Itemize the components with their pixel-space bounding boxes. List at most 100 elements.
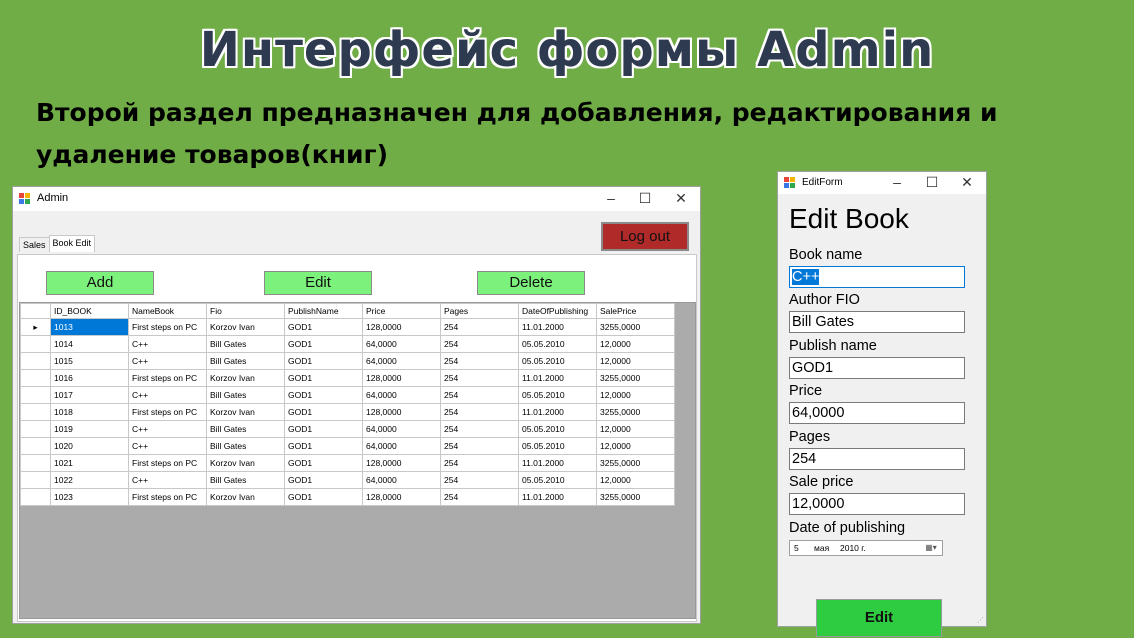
table-cell[interactable]: C++ [128,386,207,404]
table-cell[interactable]: Bill Gates [206,471,285,489]
table-cell[interactable]: 128,0000 [362,318,441,336]
table-cell[interactable]: 12,0000 [596,352,675,370]
table-cell[interactable]: 11.01.2000 [518,488,597,506]
column-header[interactable]: SalePrice [596,303,675,319]
price-input[interactable]: 64,0000 [789,402,965,424]
table-cell[interactable]: 254 [440,403,519,421]
table-cell[interactable]: 1016 [50,369,129,387]
table-cell[interactable]: 12,0000 [596,335,675,353]
table-cell[interactable]: 1020 [50,437,129,455]
maximize-icon[interactable]: ☐ [915,172,949,194]
table-cell[interactable]: 1021 [50,454,129,472]
table-row[interactable]: 1020 C++ Bill Gates GOD1 64,0000 254 05.05.201… [20,437,675,455]
table-row[interactable]: 1014 C++ Bill Gates GOD1 64,0000 254 05.05.201… [20,335,675,353]
table-cell[interactable]: C++ [128,335,207,353]
table-cell[interactable]: 3255,0000 [596,403,675,421]
table-cell[interactable]: GOD1 [284,386,363,404]
table-cell[interactable]: 254 [440,386,519,404]
edit-submit-button[interactable]: Edit [816,599,942,637]
row-header[interactable] [20,454,51,472]
row-header[interactable] [20,335,51,353]
publish-input[interactable]: GOD1 [789,357,965,379]
row-header[interactable] [20,437,51,455]
table-cell[interactable]: 254 [440,488,519,506]
close-icon[interactable]: ✕ [664,187,698,211]
table-cell[interactable]: 1017 [50,386,129,404]
table-cell[interactable]: Korzov Ivan [206,318,285,336]
maximize-icon[interactable]: ☐ [628,187,662,211]
book-name-input[interactable]: C++ [789,266,965,288]
row-header[interactable] [20,352,51,370]
table-cell[interactable]: 12,0000 [596,471,675,489]
edit-button[interactable]: Edit [264,271,372,295]
column-header[interactable]: DateOfPublishing [518,303,597,319]
table-cell[interactable]: 128,0000 [362,403,441,421]
column-header[interactable]: Price [362,303,441,319]
table-cell[interactable]: 128,0000 [362,369,441,387]
table-cell[interactable]: 128,0000 [362,454,441,472]
table-cell[interactable]: GOD1 [284,335,363,353]
table-cell[interactable]: First steps on PC [128,369,207,387]
table-cell[interactable]: 128,0000 [362,488,441,506]
table-cell[interactable]: GOD1 [284,403,363,421]
table-cell[interactable]: C++ [128,420,207,438]
row-header[interactable] [20,471,51,489]
table-cell[interactable]: GOD1 [284,352,363,370]
table-cell[interactable]: 254 [440,471,519,489]
date-picker[interactable]: 5 мая 2010 г. ▦▾ [789,540,943,556]
table-cell[interactable]: 3255,0000 [596,488,675,506]
table-cell[interactable]: Bill Gates [206,420,285,438]
table-cell[interactable]: 1018 [50,403,129,421]
tab-book-edit[interactable]: Book Edit [48,235,96,252]
minimize-icon[interactable]: – [880,172,914,194]
table-cell[interactable]: C++ [128,352,207,370]
table-cell[interactable]: Bill Gates [206,386,285,404]
table-cell[interactable]: 05.05.2010 [518,386,597,404]
column-header[interactable]: PublishName [284,303,363,319]
add-button[interactable]: Add [46,271,154,295]
table-cell[interactable]: 12,0000 [596,437,675,455]
table-cell[interactable]: 1019 [50,420,129,438]
table-cell[interactable]: 3255,0000 [596,369,675,387]
table-cell[interactable]: Korzov Ivan [206,403,285,421]
table-cell[interactable]: GOD1 [284,420,363,438]
table-cell[interactable]: 254 [440,369,519,387]
tab-sales[interactable]: Sales [19,237,50,252]
table-cell[interactable]: 1013 [50,318,129,336]
column-header[interactable]: ID_BOOK [50,303,129,319]
table-cell[interactable]: 64,0000 [362,420,441,438]
table-cell[interactable]: 11.01.2000 [518,454,597,472]
table-cell[interactable]: C++ [128,437,207,455]
table-cell[interactable]: First steps on PC [128,488,207,506]
table-cell[interactable]: 12,0000 [596,386,675,404]
table-cell[interactable]: 11.01.2000 [518,318,597,336]
author-input[interactable]: Bill Gates [789,311,965,333]
table-cell[interactable]: GOD1 [284,488,363,506]
table-cell[interactable]: 12,0000 [596,420,675,438]
delete-button[interactable]: Delete [477,271,585,295]
column-header[interactable]: Fio [206,303,285,319]
row-header[interactable] [20,403,51,421]
books-grid[interactable]: ID_BOOK NameBook Fio PublishName Price Pages D… [19,302,696,619]
edit-form-titlebar[interactable]: EditForm – ☐ ✕ [778,172,986,194]
column-header[interactable]: NameBook [128,303,207,319]
table-cell[interactable]: 05.05.2010 [518,335,597,353]
table-cell[interactable]: First steps on PC [128,454,207,472]
close-icon[interactable]: ✕ [950,172,984,194]
table-row[interactable]: 1017 C++ Bill Gates GOD1 64,0000 254 05.05.201… [20,386,675,404]
table-cell[interactable]: Bill Gates [206,437,285,455]
table-cell[interactable]: 254 [440,437,519,455]
table-cell[interactable]: GOD1 [284,437,363,455]
table-cell[interactable]: Bill Gates [206,352,285,370]
table-cell[interactable]: 1014 [50,335,129,353]
admin-titlebar[interactable]: Admin – ☐ ✕ [13,187,700,211]
table-cell[interactable]: GOD1 [284,369,363,387]
table-cell[interactable]: 05.05.2010 [518,352,597,370]
row-header[interactable] [20,386,51,404]
table-cell[interactable]: 64,0000 [362,335,441,353]
table-cell[interactable]: Korzov Ivan [206,369,285,387]
table-cell[interactable]: Korzov Ivan [206,454,285,472]
row-header[interactable]: ▸ [20,318,51,336]
table-cell[interactable]: GOD1 [284,454,363,472]
row-header[interactable] [20,488,51,506]
